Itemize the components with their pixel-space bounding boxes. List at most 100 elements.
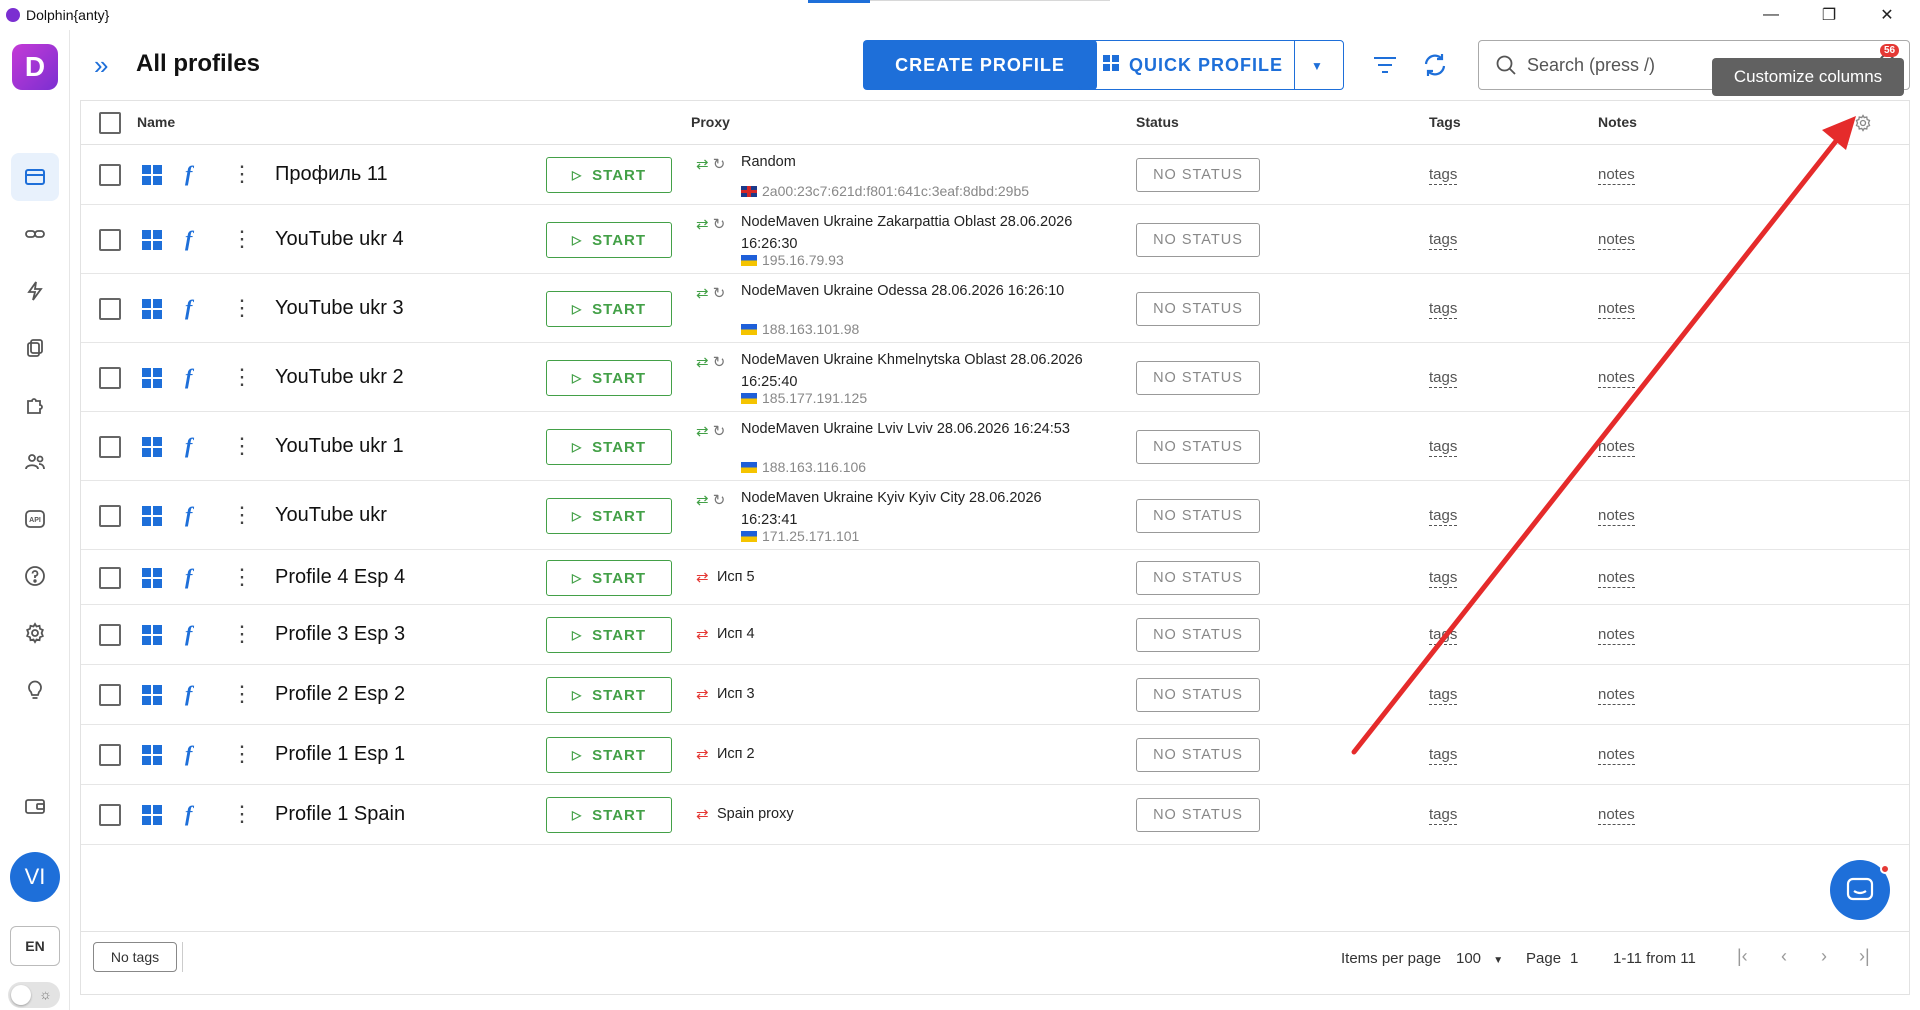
column-proxy[interactable]: Proxy	[691, 114, 730, 130]
row-checkbox[interactable]	[99, 164, 121, 186]
tags-link[interactable]: tags	[1429, 569, 1458, 588]
next-page-icon[interactable]: ›	[1821, 946, 1827, 967]
row-checkbox[interactable]	[99, 367, 121, 389]
tags-link[interactable]: tags	[1429, 231, 1458, 250]
status-badge[interactable]: NO STATUS	[1136, 223, 1260, 257]
more-options-icon[interactable]: ⋮	[231, 803, 253, 825]
customize-columns-gear-icon[interactable]	[1853, 113, 1873, 133]
row-checkbox[interactable]	[99, 744, 121, 766]
first-page-icon[interactable]: |‹	[1737, 946, 1748, 967]
status-badge[interactable]: NO STATUS	[1136, 430, 1260, 464]
start-button[interactable]: ▷ START	[546, 498, 672, 534]
refresh-icon[interactable]: ↻	[713, 423, 726, 440]
table-row[interactable]: f ⋮ YouTube ukr 1 ▷ START ⇄ ↻ NodeMaven Ukrain…	[81, 412, 1909, 481]
column-status[interactable]: Status	[1136, 114, 1179, 130]
table-row[interactable]: f ⋮ YouTube ukr 3 ▷ START ⇄ ↻ NodeMaven Ukrain…	[81, 274, 1909, 343]
notes-link[interactable]: notes	[1598, 746, 1635, 765]
proxy-name[interactable]: Исп 5	[717, 566, 1077, 588]
status-badge[interactable]: NO STATUS	[1136, 678, 1260, 712]
tags-link[interactable]: tags	[1429, 746, 1458, 765]
more-options-icon[interactable]: ⋮	[231, 163, 253, 185]
notes-link[interactable]: notes	[1598, 626, 1635, 645]
more-options-icon[interactable]: ⋮	[231, 366, 253, 388]
tags-link[interactable]: tags	[1429, 300, 1458, 319]
status-badge[interactable]: NO STATUS	[1136, 158, 1260, 192]
sidebar-item-automation[interactable]	[11, 267, 59, 315]
profile-name[interactable]: YouTube ukr 1	[275, 435, 404, 458]
prev-page-icon[interactable]: ‹	[1781, 946, 1787, 967]
status-badge[interactable]: NO STATUS	[1136, 292, 1260, 326]
start-button[interactable]: ▷ START	[546, 737, 672, 773]
theme-toggle[interactable]: ☼	[8, 982, 60, 1008]
more-options-icon[interactable]: ⋮	[231, 743, 253, 765]
close-button[interactable]: ✕	[1859, 0, 1915, 30]
sidebar-item-ideas[interactable]	[11, 666, 59, 714]
table-row[interactable]: f ⋮ YouTube ukr ▷ START ⇄ ↻ NodeMaven Ukraine …	[81, 481, 1909, 550]
start-button[interactable]: ▷ START	[546, 560, 672, 596]
no-tags-button[interactable]: No tags	[93, 942, 177, 972]
refresh-icon[interactable]: ↻	[713, 492, 726, 509]
tags-link[interactable]: tags	[1429, 369, 1458, 388]
refresh-icon[interactable]: ↻	[713, 156, 726, 173]
column-tags[interactable]: Tags	[1429, 114, 1461, 130]
profile-name[interactable]: YouTube ukr	[275, 504, 387, 527]
table-row[interactable]: f ⋮ YouTube ukr 4 ▷ START ⇄ ↻ NodeMaven Ukrain…	[81, 205, 1909, 274]
proxy-name[interactable]: Исп 4	[717, 623, 1077, 645]
tags-link[interactable]: tags	[1429, 507, 1458, 526]
expand-sidebar-icon[interactable]: »	[94, 50, 108, 81]
status-badge[interactable]: NO STATUS	[1136, 561, 1260, 595]
status-badge[interactable]: NO STATUS	[1136, 361, 1260, 395]
select-all-checkbox[interactable]	[99, 112, 121, 134]
sidebar-item-users[interactable]	[11, 438, 59, 486]
notes-link[interactable]: notes	[1598, 438, 1635, 457]
notes-link[interactable]: notes	[1598, 507, 1635, 526]
tags-link[interactable]: tags	[1429, 626, 1458, 645]
sidebar-item-profiles[interactable]	[11, 153, 59, 201]
tags-link[interactable]: tags	[1429, 438, 1458, 457]
row-checkbox[interactable]	[99, 624, 121, 646]
sidebar-item-settings[interactable]	[11, 609, 59, 657]
proxy-name[interactable]: Исп 3	[717, 683, 1077, 705]
status-badge[interactable]: NO STATUS	[1136, 738, 1260, 772]
row-checkbox[interactable]	[99, 436, 121, 458]
start-button[interactable]: ▷ START	[546, 617, 672, 653]
profile-name[interactable]: Профиль 11	[275, 163, 388, 186]
start-button[interactable]: ▷ START	[546, 157, 672, 193]
more-options-icon[interactable]: ⋮	[231, 228, 253, 250]
minimize-button[interactable]: —	[1743, 0, 1799, 30]
notes-link[interactable]: notes	[1598, 300, 1635, 319]
user-avatar[interactable]: VI	[10, 852, 60, 902]
notes-link[interactable]: notes	[1598, 686, 1635, 705]
table-row[interactable]: f ⋮ YouTube ukr 2 ▷ START ⇄ ↻ NodeMaven Ukrain…	[81, 343, 1909, 412]
start-button[interactable]: ▷ START	[546, 677, 672, 713]
proxy-name[interactable]: NodeMaven Ukraine Lviv Lviv 28.06.2026 1…	[741, 418, 1101, 440]
filter-icon[interactable]	[1370, 50, 1400, 80]
start-button[interactable]: ▷ START	[546, 429, 672, 465]
refresh-icon[interactable]: ↻	[713, 216, 726, 233]
notes-link[interactable]: notes	[1598, 569, 1635, 588]
proxy-name[interactable]: Исп 2	[717, 743, 1077, 765]
sidebar-item-help[interactable]	[11, 552, 59, 600]
start-button[interactable]: ▷ START	[546, 291, 672, 327]
tags-link[interactable]: tags	[1429, 806, 1458, 825]
last-page-icon[interactable]: ›|	[1859, 946, 1870, 967]
more-options-icon[interactable]: ⋮	[231, 683, 253, 705]
table-row[interactable]: f ⋮ Profile 3 Esp 3 ▷ START ⇄ Исп 4 NO STATUS ta…	[81, 605, 1909, 665]
sidebar-item-cookies[interactable]	[11, 324, 59, 372]
row-checkbox[interactable]	[99, 505, 121, 527]
refresh-icon[interactable]: ↻	[713, 354, 726, 371]
profile-name[interactable]: Profile 4 Esp 4	[275, 566, 405, 589]
proxy-name[interactable]: Spain proxy	[717, 803, 1077, 825]
refresh-icon[interactable]	[1420, 50, 1450, 80]
page-number[interactable]: 1	[1570, 950, 1578, 967]
start-button[interactable]: ▷ START	[546, 797, 672, 833]
table-row[interactable]: f ⋮ Profile 2 Esp 2 ▷ START ⇄ Исп 3 NO STATUS ta…	[81, 665, 1909, 725]
profile-name[interactable]: Profile 1 Spain	[275, 803, 405, 826]
status-badge[interactable]: NO STATUS	[1136, 499, 1260, 533]
start-button[interactable]: ▷ START	[546, 222, 672, 258]
table-row[interactable]: f ⋮ Profile 4 Esp 4 ▷ START ⇄ Исп 5 NO STATUS ta…	[81, 550, 1909, 605]
sidebar-item-extensions[interactable]	[11, 381, 59, 429]
row-checkbox[interactable]	[99, 804, 121, 826]
tags-link[interactable]: tags	[1429, 166, 1458, 185]
proxy-name[interactable]: NodeMaven Ukraine Kyiv Kyiv City 28.06.2…	[741, 487, 1101, 531]
